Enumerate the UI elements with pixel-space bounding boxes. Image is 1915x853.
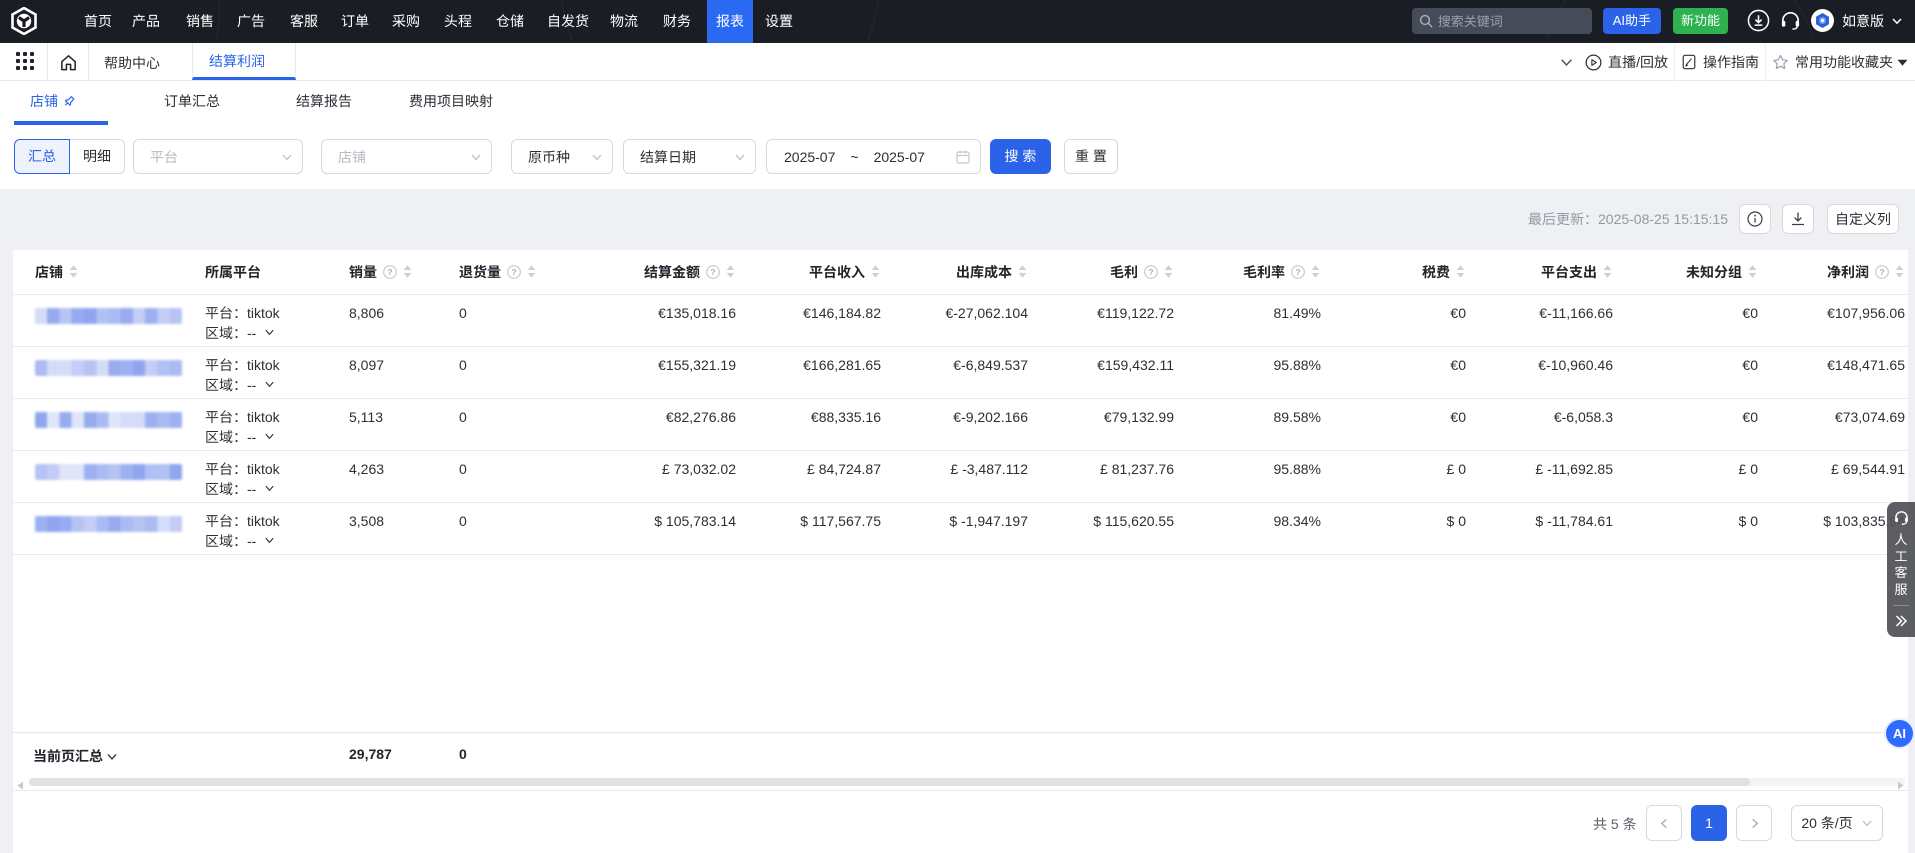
- svg-text:?: ?: [1148, 267, 1153, 277]
- svg-text:?: ?: [387, 267, 392, 277]
- svg-text:?: ?: [511, 267, 516, 277]
- svg-text:?: ?: [1295, 267, 1300, 277]
- svg-text:?: ?: [1879, 267, 1884, 277]
- svg-text:?: ?: [710, 267, 715, 277]
